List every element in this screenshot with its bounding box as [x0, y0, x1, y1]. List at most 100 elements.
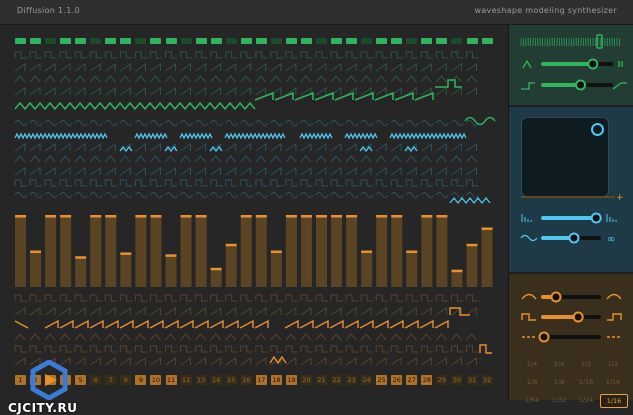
step-bar[interactable]	[240, 215, 252, 287]
step-number[interactable]: 28	[421, 375, 433, 385]
step-bar[interactable]	[150, 215, 162, 287]
step-bar-cap[interactable]	[331, 215, 343, 218]
step-bar-cap[interactable]	[75, 256, 87, 259]
orange-slider-1-knob[interactable]	[550, 291, 562, 303]
step-bar[interactable]	[45, 215, 57, 287]
step-bar-cap[interactable]	[300, 215, 312, 218]
step-bar[interactable]	[346, 215, 358, 287]
step-bar-cap[interactable]	[391, 215, 403, 218]
step-number[interactable]: 1	[15, 375, 26, 385]
step-bar-cap[interactable]	[195, 215, 207, 218]
step-bar[interactable]	[90, 215, 102, 287]
step-bar[interactable]	[421, 215, 433, 287]
step-number[interactable]: 5	[75, 375, 87, 385]
step-number[interactable]: 11	[165, 375, 177, 385]
step-number[interactable]: 15	[225, 375, 237, 385]
division-button[interactable]: 1/32	[546, 394, 572, 406]
step-bar[interactable]	[436, 215, 448, 287]
step-number[interactable]: 18	[270, 375, 282, 385]
step-bar-cap[interactable]	[180, 215, 192, 218]
step-bar[interactable]	[376, 215, 388, 287]
step-bar-cap[interactable]	[120, 252, 132, 255]
orange-slider-3-knob[interactable]	[538, 331, 550, 343]
step-number[interactable]: 29	[436, 375, 448, 385]
step-bar-cap[interactable]	[240, 215, 252, 218]
step-number[interactable]: 32	[481, 375, 493, 385]
division-button[interactable]: 1/16	[573, 376, 599, 388]
step-number[interactable]: 7	[105, 375, 117, 385]
step-bar-cap[interactable]	[270, 250, 282, 254]
step-number[interactable]: 8	[120, 375, 132, 385]
step-bar-cap[interactable]	[15, 215, 26, 218]
step-bar[interactable]	[180, 215, 192, 287]
step-bar[interactable]	[331, 215, 343, 287]
blue-slider-2-knob[interactable]	[568, 232, 580, 244]
step-number[interactable]: 10	[150, 375, 162, 385]
orange-slider-2-knob[interactable]	[572, 311, 584, 323]
step-bar[interactable]	[391, 215, 403, 287]
step-bar-cap[interactable]	[481, 227, 493, 230]
step-bar[interactable]	[225, 243, 237, 287]
step-bar-cap[interactable]	[285, 215, 297, 218]
step-bar[interactable]	[15, 215, 26, 287]
step-bar-cap[interactable]	[30, 250, 42, 254]
step-bar[interactable]	[30, 250, 42, 287]
step-number[interactable]: 24	[361, 375, 373, 385]
step-number[interactable]: 26	[391, 375, 403, 385]
step-number[interactable]: 25	[376, 375, 388, 385]
step-bar[interactable]	[406, 250, 418, 287]
step-bar[interactable]	[120, 252, 132, 287]
step-bar-cap[interactable]	[90, 215, 102, 218]
step-bar-cap[interactable]	[105, 215, 117, 218]
step-number[interactable]: 13	[195, 375, 207, 385]
green-slider-2-knob[interactable]	[575, 79, 587, 91]
step-number[interactable]: 6	[90, 375, 102, 385]
step-number[interactable]: 22	[331, 375, 343, 385]
division-button[interactable]: 1/16	[600, 394, 628, 408]
step-bar[interactable]	[466, 243, 478, 287]
blue-slider-1-knob[interactable]	[590, 212, 602, 224]
step-bar-cap[interactable]	[406, 250, 418, 254]
step-number[interactable]: 12	[180, 375, 192, 385]
step-bar-cap[interactable]	[316, 215, 327, 218]
step-bar[interactable]	[255, 215, 267, 287]
step-bar[interactable]	[195, 215, 207, 287]
step-number[interactable]: 23	[346, 375, 358, 385]
step-bar-cap[interactable]	[421, 215, 433, 218]
division-button[interactable]: 1/2	[600, 358, 626, 370]
step-bar-cap[interactable]	[361, 250, 373, 254]
step-bar[interactable]	[135, 215, 147, 287]
step-bar-cap[interactable]	[45, 215, 57, 218]
step-bar[interactable]	[481, 227, 493, 287]
step-bar-cap[interactable]	[255, 215, 267, 218]
step-bar-cap[interactable]	[451, 269, 463, 273]
step-bar-cap[interactable]	[436, 215, 448, 218]
step-bar-cap[interactable]	[165, 254, 177, 257]
step-bar[interactable]	[210, 267, 222, 287]
step-number[interactable]: 17	[255, 375, 267, 385]
step-bar-cap[interactable]	[210, 267, 222, 271]
division-button[interactable]: 1/8	[519, 376, 545, 388]
step-number[interactable]: 31	[466, 375, 478, 385]
step-bar[interactable]	[165, 254, 177, 287]
step-bar[interactable]	[361, 250, 373, 287]
step-bar-cap[interactable]	[150, 215, 162, 218]
division-button[interactable]: 1/24	[573, 394, 599, 406]
division-button[interactable]: 1/4	[546, 358, 572, 370]
division-button[interactable]: 1/8	[546, 376, 572, 388]
green-slider-1-knob[interactable]	[587, 58, 599, 70]
step-bar[interactable]	[300, 215, 312, 287]
step-bar[interactable]	[285, 215, 297, 287]
division-button[interactable]: 1/16	[600, 376, 626, 388]
step-bar[interactable]	[60, 215, 72, 287]
step-number[interactable]: 21	[316, 375, 327, 385]
step-number[interactable]: 9	[135, 375, 147, 385]
step-bar-cap[interactable]	[376, 215, 388, 218]
step-number[interactable]: 14	[210, 375, 222, 385]
step-bar[interactable]	[105, 215, 117, 287]
step-number[interactable]: 20	[300, 375, 312, 385]
division-button[interactable]: 1/4	[519, 358, 545, 370]
step-number[interactable]: 30	[451, 375, 463, 385]
division-button[interactable]: 1/2	[573, 358, 599, 370]
step-bar[interactable]	[75, 256, 87, 287]
